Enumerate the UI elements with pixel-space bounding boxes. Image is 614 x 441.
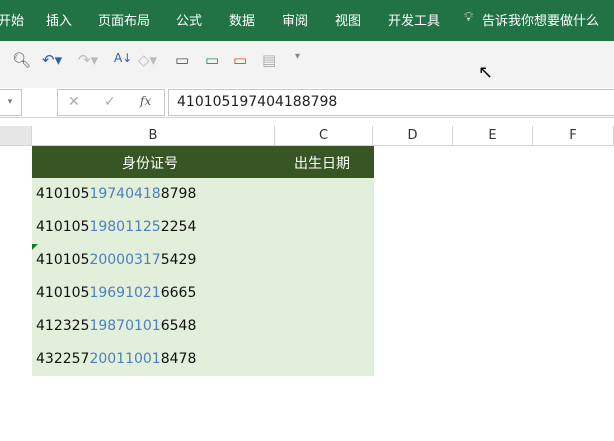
id-birth-digits: 19801125	[89, 219, 161, 235]
quick-access-toolbar: 🔍︎ ↶▾ ↷▾ A↓ ◇▾ ▭ ▭ ▭ ▤ ▾	[0, 41, 614, 88]
insert-function-icon[interactable]: fx	[140, 94, 151, 108]
id-prefix: 412325	[36, 318, 90, 334]
formula-input[interactable]: 410105197404188798	[168, 89, 614, 116]
filter-icon[interactable]: ▤	[262, 51, 276, 69]
column-header-d[interactable]: D	[373, 126, 453, 146]
tab-insert[interactable]: 插入	[46, 10, 72, 29]
tell-me-search[interactable]: 告诉我你想要做什么	[482, 10, 599, 29]
id-birth-digits: 19691021	[89, 285, 161, 301]
id-suffix: 6548	[160, 318, 197, 334]
print-preview-icon[interactable]: 🔍︎	[12, 51, 31, 69]
id-birth-digits: 19870101	[89, 318, 161, 334]
tab-home[interactable]: 开始	[0, 10, 24, 29]
tab-page-layout[interactable]: 页面布局	[98, 10, 150, 29]
tab-data[interactable]: 数据	[229, 10, 255, 29]
id-prefix: 410105	[36, 219, 90, 235]
id-prefix: 410105	[36, 285, 90, 301]
redo-icon[interactable]: ↷▾	[78, 51, 98, 69]
tab-review[interactable]: 审阅	[282, 10, 308, 29]
id-suffix: 2254	[160, 219, 197, 235]
lightbulb-icon: 💡︎	[464, 10, 474, 25]
header-birth-date[interactable]: 出生日期	[294, 153, 350, 173]
tab-developer[interactable]: 开发工具	[388, 10, 440, 29]
table-row[interactable]: 412325198701016548	[36, 310, 196, 343]
id-suffix: 6665	[160, 285, 197, 301]
id-suffix: 5429	[160, 252, 197, 268]
table-row[interactable]: 432257200110018478	[36, 343, 196, 376]
formula-bar: ▾ ✕ ✓ fx 410105197404188798	[0, 88, 614, 118]
id-birth-digits: 20000317	[89, 252, 161, 268]
tab-view[interactable]: 视图	[335, 10, 361, 29]
select-all-corner[interactable]	[0, 126, 32, 146]
column-header-f[interactable]: F	[533, 126, 614, 146]
name-box-dropdown[interactable]: ▾	[0, 89, 22, 116]
formula-buttons: ✕ ✓ fx	[57, 89, 165, 116]
id-suffix: 8798	[160, 186, 197, 202]
tab-formulas[interactable]: 公式	[176, 10, 202, 29]
id-suffix: 8478	[160, 351, 197, 367]
table-row[interactable]: 410105197404188798	[36, 178, 196, 211]
table-row[interactable]: 410105198011252254	[36, 211, 196, 244]
comment-icon[interactable]: ▭	[175, 51, 189, 69]
table-header-row: 身份证号 出生日期	[32, 146, 374, 178]
customize-toolbar-icon[interactable]: ▾	[295, 51, 300, 62]
shapes-icon[interactable]: ◇▾	[138, 51, 157, 69]
table-row[interactable]: 410105196910216665	[36, 277, 196, 310]
comment-delete-icon[interactable]: ▭	[233, 51, 247, 69]
table-row[interactable]: 410105200003175429	[36, 244, 196, 277]
comment-play-icon[interactable]: ▭	[205, 51, 219, 69]
cancel-icon[interactable]: ✕	[68, 94, 80, 110]
column-header-b[interactable]: B	[32, 126, 275, 146]
ribbon-tabs: 开始 插入 页面布局 公式 数据 审阅 视图 开发工具 💡︎ 告诉我你想要做什么	[0, 0, 614, 41]
id-prefix: 410105	[36, 186, 90, 202]
mouse-cursor-icon: ↖	[478, 62, 494, 83]
column-header-c[interactable]: C	[275, 126, 373, 146]
table-body: 410105197404188798 410105198011252254 41…	[32, 178, 374, 376]
id-birth-digits: 20011001	[89, 351, 161, 367]
id-prefix: 410105	[36, 252, 90, 268]
undo-icon[interactable]: ↶▾	[42, 51, 62, 69]
sort-az-icon[interactable]: A↓	[114, 51, 132, 65]
id-birth-digits: 19740418	[89, 186, 161, 202]
enter-icon[interactable]: ✓	[104, 94, 116, 110]
error-indicator-icon[interactable]	[32, 244, 38, 250]
column-header-e[interactable]: E	[453, 126, 533, 146]
header-id-number[interactable]: 身份证号	[122, 153, 178, 173]
id-prefix: 432257	[36, 351, 90, 367]
